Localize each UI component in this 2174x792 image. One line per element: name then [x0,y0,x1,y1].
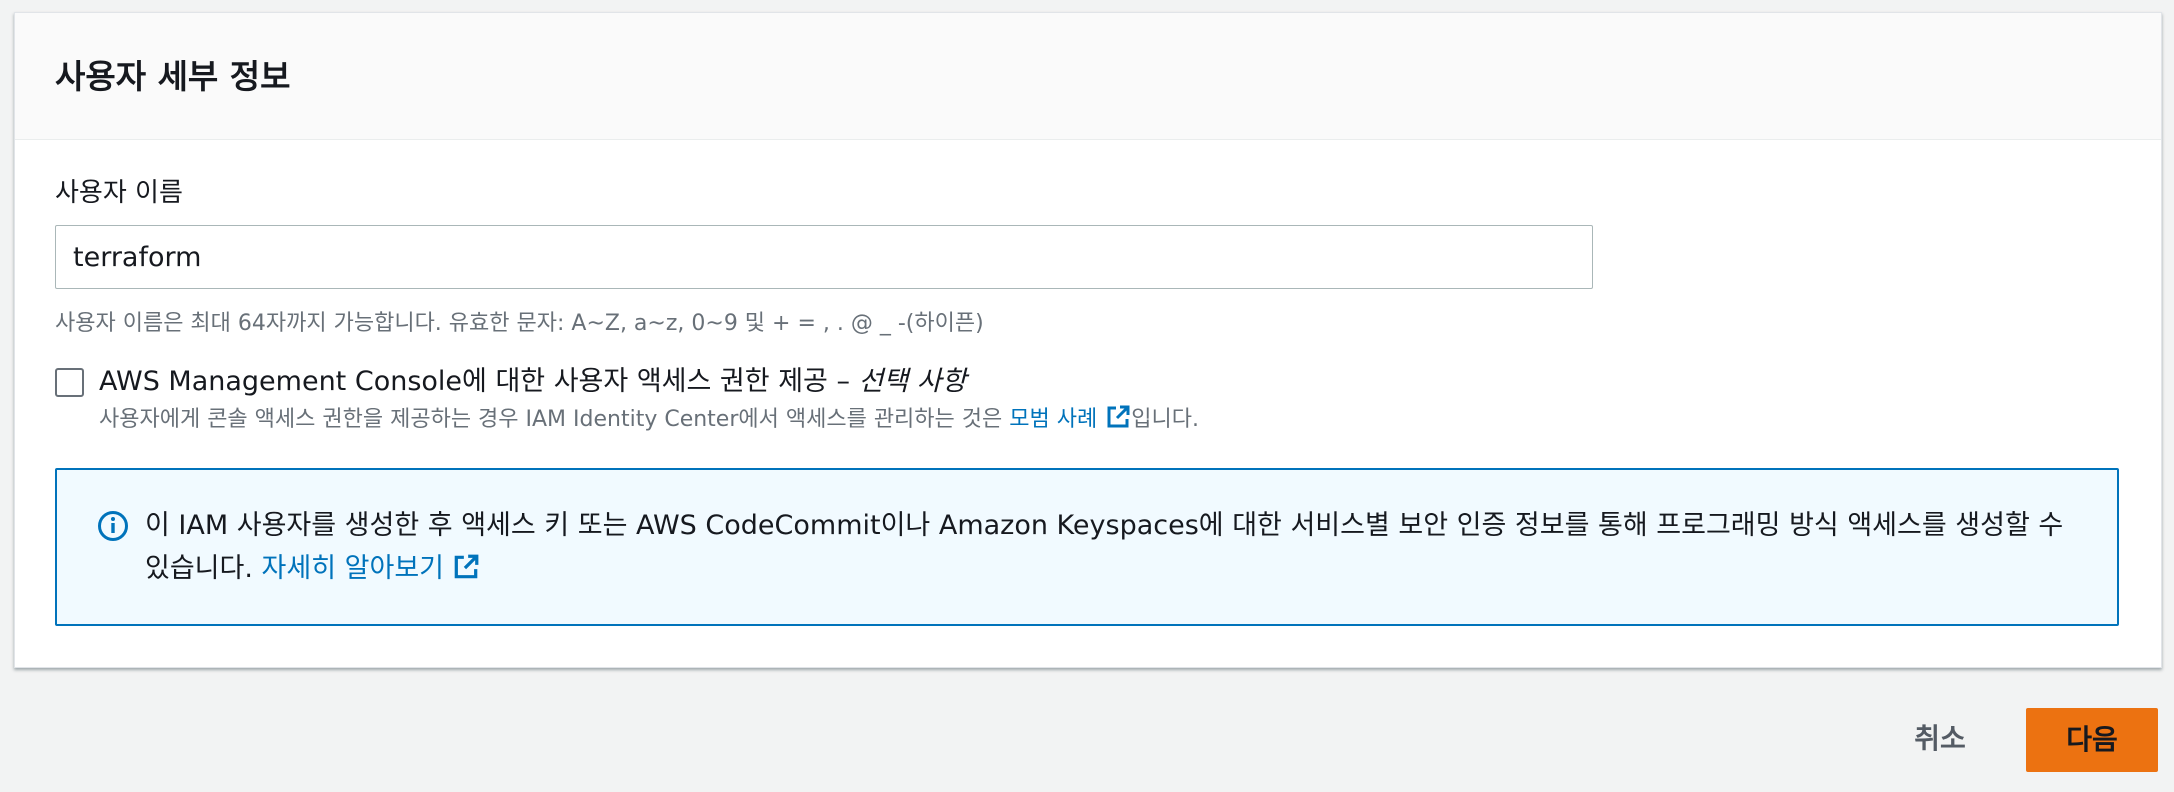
panel-header [15,13,2161,140]
console-access-label-text: AWS Management Console에 대한 사용자 액세스 권한 제공… [99,366,859,397]
learn-more-link-label: 자세히 알아보기 [261,553,444,584]
console-access-description: 사용자에게 콘솔 액세스 권한을 제공하는 경우 IAM Identity Ce… [99,404,1199,440]
info-icon [97,510,129,542]
username-label: 사용자 이름 [55,178,183,208]
console-access-description-suffix: 입니다. [1131,407,1199,432]
user-details-panel: 사용자 세부 정보 사용자 이름 사용자 이름은 최대 64자까지 가능합니다.… [14,12,2162,668]
info-alert: 이 IAM 사용자를 생성한 후 액세스 키 또는 AWS CodeCommit… [55,468,2119,626]
panel-title: 사용자 세부 정보 [55,57,291,96]
console-access-label[interactable]: AWS Management Console에 대한 사용자 액세스 권한 제공… [99,363,967,401]
next-button[interactable]: 다음 [2026,708,2158,772]
info-message: 이 IAM 사용자를 생성한 후 액세스 키 또는 AWS CodeCommit… [145,504,2085,594]
username-input[interactable] [55,225,1593,289]
optional-tag: 선택 사항 [858,366,967,397]
learn-more-link[interactable]: 자세히 알아보기 [262,553,480,584]
console-access-checkbox[interactable] [55,368,84,397]
external-link-icon [1105,404,1131,440]
external-link-icon [452,551,480,594]
best-practice-link[interactable]: 모범 사례 [1009,405,1131,432]
console-access-description-text: 사용자에게 콘솔 액세스 권한을 제공하는 경우 IAM Identity Ce… [99,407,1010,432]
best-practice-link-label: 모범 사례 [1009,407,1098,432]
cancel-button[interactable]: 취소 [1900,712,1980,766]
username-hint: 사용자 이름은 최대 64자까지 가능합니다. 유효한 문자: A~Z, a~z… [55,311,984,336]
